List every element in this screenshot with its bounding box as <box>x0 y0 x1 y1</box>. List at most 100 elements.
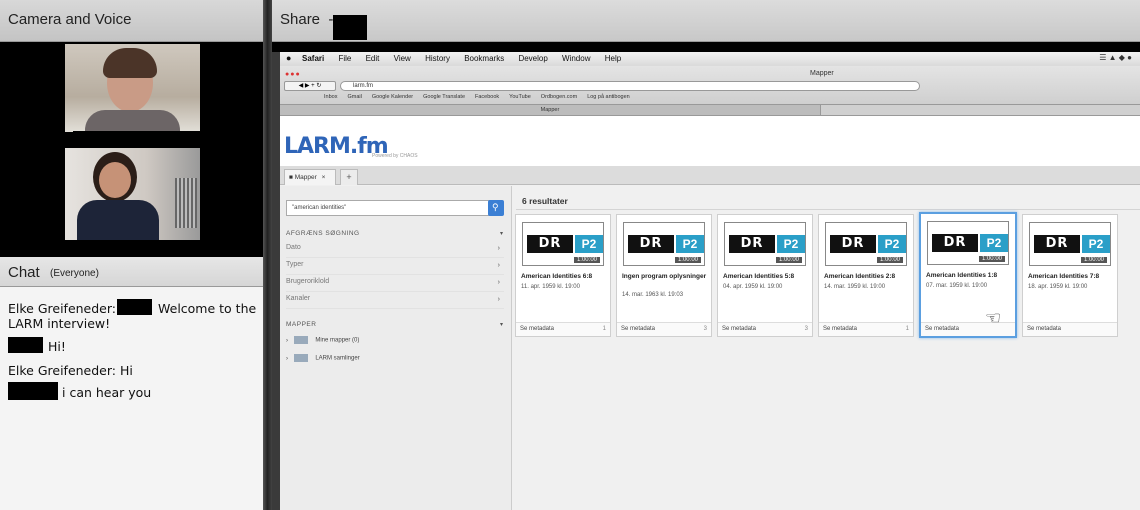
redaction-bar <box>8 337 43 353</box>
menu-view[interactable]: View <box>394 54 411 63</box>
results-divider <box>516 209 1140 210</box>
folders-heading: MAPPER <box>286 321 317 328</box>
thumbnail: DR P2 1:00:00 <box>825 222 907 266</box>
thumbnail: DR P2 1:00:00 <box>724 222 806 266</box>
result-card[interactable]: DR P2 1:00:00 American Identities 7:8 18. … <box>1022 214 1118 337</box>
menu-window[interactable]: Window <box>562 54 590 63</box>
expand-icon: › <box>286 355 288 362</box>
tab-close-icon[interactable]: × <box>322 174 326 181</box>
menu-develop[interactable]: Develop <box>518 54 547 63</box>
bookmark[interactable]: Google Kalender <box>372 94 413 100</box>
browser-tab[interactable]: Mapper <box>280 104 820 115</box>
bookmark[interactable]: Google Translate <box>423 94 465 100</box>
app-tabbar: ■ Mapper × + <box>280 166 1140 185</box>
search-input[interactable]: "american identities" <box>286 200 490 216</box>
result-date: 14. mar. 1963 kl. 19:03 <box>622 292 684 298</box>
result-date: 07. mar. 1959 kl. 19:00 <box>926 283 988 289</box>
folders-toggle-icon[interactable]: ▾ <box>500 321 503 328</box>
app-header: LARM.fm Powered by CHAOS <box>280 116 1140 166</box>
facet-dato[interactable]: Dato › <box>286 244 504 258</box>
redaction-bar <box>8 382 58 400</box>
dr-logo: DR <box>628 235 674 253</box>
thumbnail: DR P2 1:00:00 <box>1029 222 1111 266</box>
share-title: Share - <box>280 11 334 28</box>
count-badge: 3 <box>804 326 808 332</box>
menu-help[interactable]: Help <box>605 54 621 63</box>
chat-message: Welcome to the <box>158 301 257 316</box>
facet-brugeroriklold[interactable]: Brugeroriklold › <box>286 278 504 292</box>
panel-divider[interactable] <box>263 0 272 510</box>
metadata-link[interactable]: Se metadata 3 <box>718 322 812 336</box>
browser-tab-2[interactable] <box>820 104 1140 115</box>
tab-mapper[interactable]: ■ Mapper × <box>284 169 336 185</box>
results-count: 6 resultater <box>522 196 568 206</box>
refine-heading: AFGRÆNS SØGNING <box>286 230 360 237</box>
folder-icon <box>293 336 308 344</box>
facet-typer[interactable]: Typer › <box>286 261 504 275</box>
folder-item[interactable]: › Mine mapper (0) <box>286 336 504 352</box>
bookmark[interactable]: Ordbogen.com <box>541 94 577 100</box>
result-title: American Identities 2:8 <box>824 273 896 280</box>
duration-badge: 1:00:00 <box>674 257 701 263</box>
facet-kanaler[interactable]: Kanaler › <box>286 295 504 309</box>
count-badge: 1 <box>602 326 606 332</box>
dr-logo: DR <box>1034 235 1080 253</box>
bookmark[interactable]: Log på antibogen <box>587 94 630 100</box>
p2-logo: P2 <box>878 235 906 253</box>
chat-scope: (Everyone) <box>50 268 99 279</box>
result-date: 18. apr. 1959 kl. 19:00 <box>1028 284 1088 290</box>
metadata-link[interactable]: Se metadata <box>1023 322 1117 336</box>
url-text: larm.fm <box>353 83 373 89</box>
p2-logo: P2 <box>980 234 1008 252</box>
menu-safari[interactable]: Safari <box>302 54 324 63</box>
bookmarks-bar: Inbox Gmail Google Kalender Google Translat… <box>284 94 630 100</box>
folder-icon <box>293 354 308 362</box>
metadata-link[interactable]: Se metadata 3 <box>617 322 711 336</box>
bookmark[interactable]: Gmail <box>347 94 361 100</box>
dr-logo: DR <box>932 234 978 252</box>
share-frame <box>272 42 1140 52</box>
result-card[interactable]: DR P2 1:00:00 Ingen program oplysninger 14… <box>616 214 712 337</box>
metadata-link[interactable]: Se metadata 1 <box>819 322 913 336</box>
result-card[interactable]: DR P2 1:00:00 American Identities 2:8 14. … <box>818 214 914 337</box>
folder-label: Mine mapper (0) <box>315 337 360 344</box>
refine-toggle-icon[interactable]: ▾ <box>500 230 503 237</box>
menu-history[interactable]: History <box>425 54 450 63</box>
result-card[interactable]: DR P2 1:00:00 American Identities 5:8 04. … <box>717 214 813 337</box>
result-card[interactable]: DR P2 1:00:00 American Identities 6:8 11. … <box>515 214 611 337</box>
search-button[interactable]: ⚲ <box>488 200 504 216</box>
thumbnail: DR P2 1:00:00 <box>522 222 604 266</box>
bookmark[interactable]: Facebook <box>475 94 499 100</box>
metadata-link[interactable]: Se metadata 1 <box>516 322 610 336</box>
result-title: American Identities 6:8 <box>521 273 593 280</box>
chat-title: Chat <box>8 264 40 281</box>
count-badge: 3 <box>703 326 707 332</box>
browser-toolbar: ●●● Mapper ◀ ▶ + ↻ larm.fm Inbox Gmail Goo… <box>280 66 1140 116</box>
p2-logo: P2 <box>676 235 704 253</box>
result-card-selected[interactable]: DR P2 1:00:00 American Identities 1:8 07. … <box>919 212 1017 338</box>
result-title: American Identities 5:8 <box>723 273 795 280</box>
chat-message: Elke Greifeneder: Hi <box>8 363 133 378</box>
address-bar[interactable]: larm.fm <box>340 81 920 91</box>
bookmark[interactable]: YouTube <box>509 94 531 100</box>
chat-message: Hi! <box>48 339 66 354</box>
chat-message: LARM interview! <box>8 316 111 331</box>
window-title: Mapper <box>810 70 834 77</box>
duration-badge: 1:00:00 <box>876 257 903 263</box>
bookmark[interactable]: Inbox <box>324 94 337 100</box>
mac-menu-bar: ● Safari File Edit View History Bookmark… <box>280 52 1140 66</box>
menu-edit[interactable]: Edit <box>366 54 380 63</box>
menu-bookmarks[interactable]: Bookmarks <box>464 54 504 63</box>
nav-buttons[interactable]: ◀ ▶ + ↻ <box>284 81 336 91</box>
redaction-bar <box>73 131 206 148</box>
folder-item[interactable]: › LARM samlinger <box>286 354 504 370</box>
tab-add-button[interactable]: + <box>340 169 358 185</box>
result-title: Ingen program oplysninger <box>622 273 707 280</box>
chevron-right-icon: › <box>497 296 500 303</box>
window-controls[interactable]: ●●● <box>285 71 301 78</box>
thumbnail: DR P2 1:00:00 <box>927 221 1009 265</box>
duration-badge: 1:00:00 <box>573 257 600 263</box>
apple-icon[interactable]: ● <box>286 53 291 63</box>
result-title: American Identities 1:8 <box>926 272 998 279</box>
menu-file[interactable]: File <box>338 54 351 63</box>
